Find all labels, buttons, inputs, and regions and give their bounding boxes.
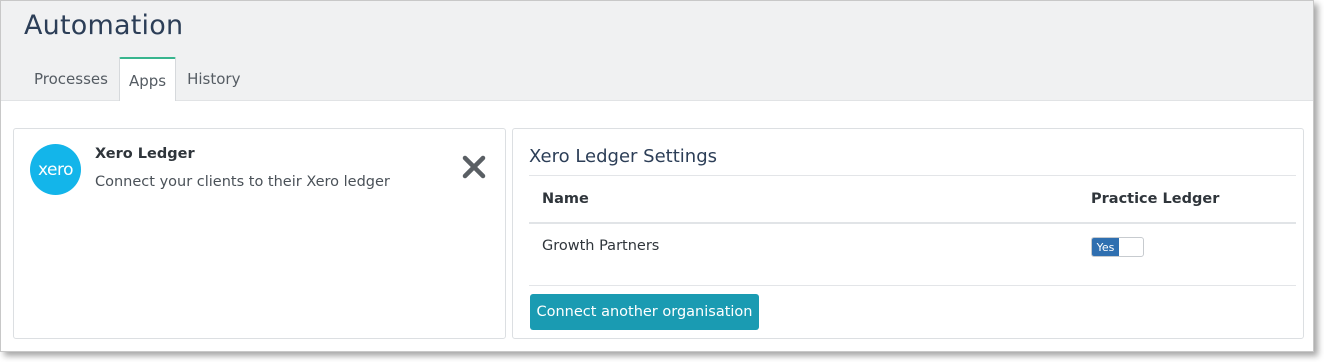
app-description: Connect your clients to their Xero ledge…: [95, 174, 390, 190]
page-title: Automation: [24, 10, 184, 41]
practice-ledger-toggle[interactable]: Yes: [1091, 237, 1144, 257]
tab-bar: Processes Apps History: [23, 57, 251, 101]
xero-logo-icon: xero: [30, 144, 81, 195]
table-row-divider: [529, 285, 1296, 286]
column-header-practice-ledger: Practice Ledger: [1091, 191, 1220, 207]
close-icon-graphic: [462, 155, 486, 179]
close-icon[interactable]: [460, 153, 488, 181]
tab-processes[interactable]: Processes: [23, 57, 119, 100]
page-header: Automation Processes Apps History: [1, 1, 1313, 101]
automation-window: Automation Processes Apps History xero X…: [0, 0, 1314, 352]
divider: [529, 175, 1296, 176]
table-header-divider: [529, 222, 1296, 224]
app-name: Xero Ledger: [95, 146, 195, 162]
xero-ledger-settings-card: Xero Ledger Settings Name Practice Ledge…: [512, 128, 1304, 339]
tab-apps[interactable]: Apps: [118, 57, 177, 101]
xero-logo-text: xero: [37, 159, 74, 180]
toggle-on-label: Yes: [1092, 238, 1119, 256]
settings-title: Xero Ledger Settings: [529, 146, 717, 167]
tab-history[interactable]: History: [176, 57, 251, 100]
table-cell-organisation-name: Growth Partners: [542, 238, 660, 254]
connect-another-organisation-button[interactable]: Connect another organisation: [530, 294, 759, 330]
xero-ledger-app-card: xero Xero Ledger Connect your clients to…: [13, 128, 506, 339]
column-header-name: Name: [542, 191, 589, 207]
